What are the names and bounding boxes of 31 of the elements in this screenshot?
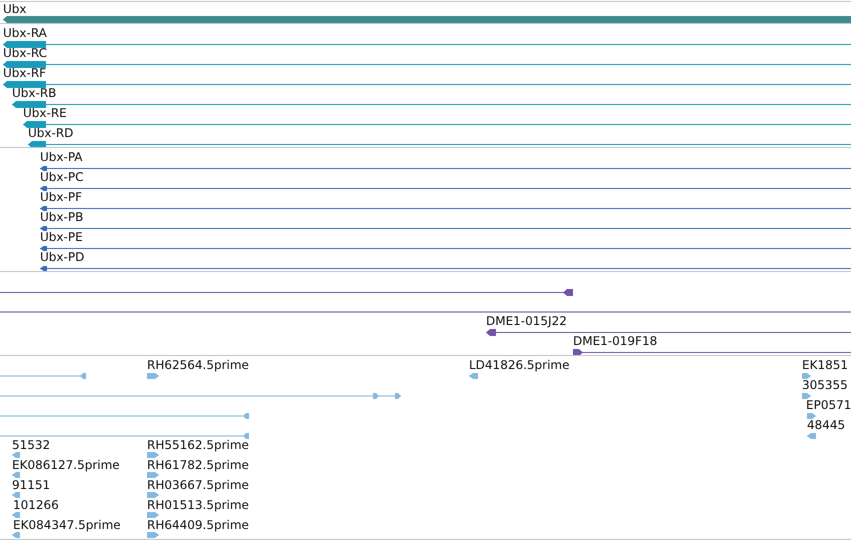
feature-label: Ubx-RA [3,26,47,40]
feature-label: Ubx-RC [3,46,47,60]
feature-label: 51532 [12,438,50,452]
feature-label: EK086127.5prime [12,458,120,472]
feature-label: Ubx-RF [3,66,46,80]
feature-label: 48445 [807,418,846,432]
feature-label: RH64409.5prime [147,518,249,532]
feature-label: 305355 [802,378,848,392]
feature-label: Ubx-PA [40,150,83,164]
feature-label: RH62564.5prime [147,358,249,372]
feature-label: Ubx-RD [28,126,74,140]
feature-label: Ubx-PD [40,250,84,264]
feature-label: Ubx-PC [40,170,84,184]
feature-label: EK1851 [802,358,848,372]
feature-label: DME1-015J22 [486,314,567,328]
feature-label: 91151 [12,478,50,492]
feature-label: DME1-019F18 [573,334,658,348]
feature-label: Ubx-PF [40,190,82,204]
feature-label: RH03667.5prime [147,478,249,492]
feature-label: Ubx-RE [23,106,67,120]
feature-label: Ubx-PB [40,210,84,224]
feature-label: EK084347.5prime [13,518,121,532]
feature-label: EP0571 [806,398,851,412]
feature-label: Ubx [3,2,27,16]
feature-label: Ubx-RB [12,86,56,100]
feature-label: RH55162.5prime [147,438,249,452]
feature-label: RH01513.5prime [147,498,249,512]
feature-label: LD41826.5prime [469,358,570,372]
feature-label: 101266 [13,498,59,512]
feature-label: RH61782.5prime [147,458,249,472]
feature-label: Ubx-PE [40,230,83,244]
